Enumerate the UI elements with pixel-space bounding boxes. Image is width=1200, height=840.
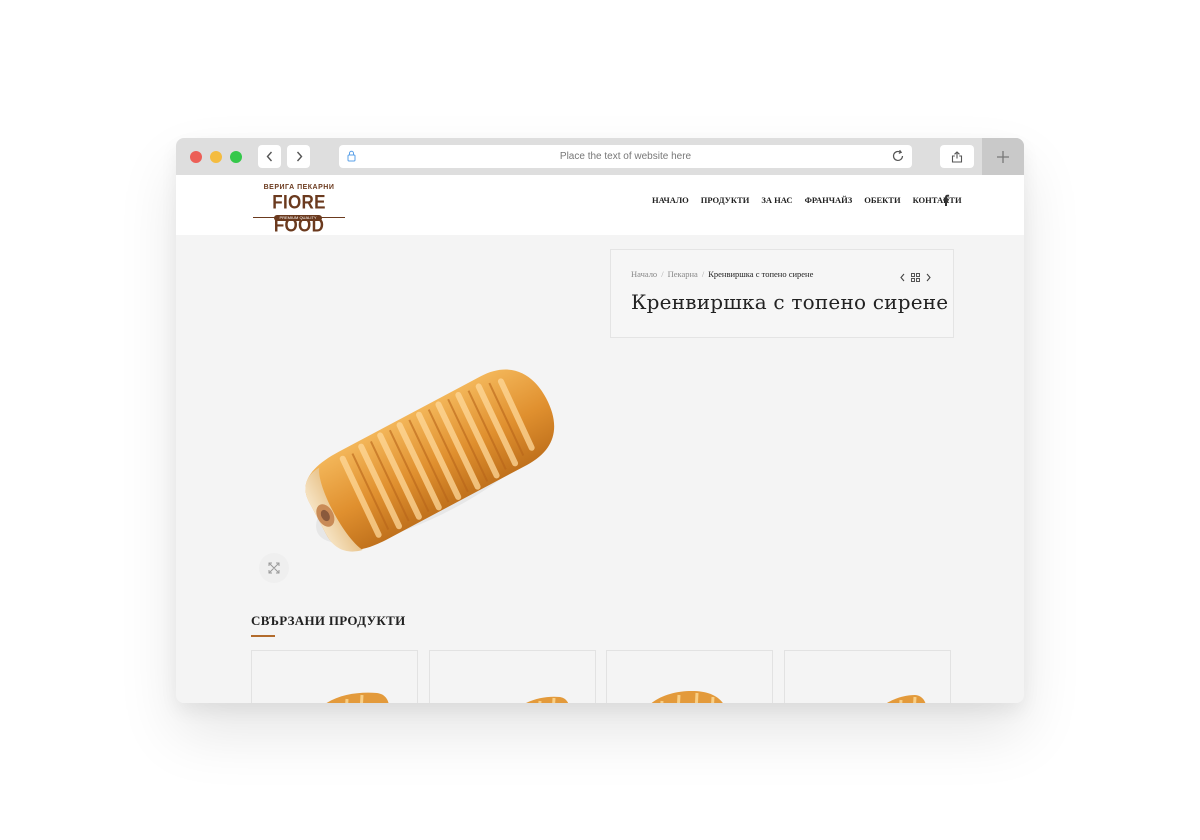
next-product-button[interactable] [925,269,932,287]
facebook-icon[interactable] [942,194,950,206]
forward-button[interactable] [287,145,310,168]
nav-item-products[interactable]: ПРОДУКТИ [701,193,750,207]
related-product-card[interactable] [251,650,418,703]
nav-item-franchise[interactable]: ФРАНЧАЙЗ [805,193,853,207]
nav-item-home[interactable]: НАЧАЛО [652,193,689,207]
main-navigation: НАЧАЛО ПРОДУКТИ ЗА НАС ФРАНЧАЙЗ ОБЕКТИ К… [652,193,974,207]
related-product-card[interactable] [784,650,951,703]
share-icon [951,151,963,163]
pastry-image [651,691,723,703]
related-products-heading: СВЪРЗАНИ ПРОДУКТИ [251,613,406,628]
browser-toolbar: Place the text of website here [176,138,1024,175]
share-button[interactable] [940,145,974,168]
browser-window: Place the text of website here ВЕРИГА ПЕ… [176,138,1024,703]
back-button[interactable] [258,145,281,168]
grid-icon [911,273,920,282]
web-page: ВЕРИГА ПЕКАРНИ FIORE FOOD PREMIUM QUALIT… [176,175,1024,703]
breadcrumb-separator: / [661,269,664,279]
site-header: ВЕРИГА ПЕКАРНИ FIORE FOOD PREMIUM QUALIT… [176,175,1024,236]
nav-item-contacts[interactable]: КОНТАКТИ [913,193,962,207]
nav-item-about[interactable]: ЗА НАС [761,193,792,207]
breadcrumb-home[interactable]: Начало [631,269,657,279]
pastry-image [326,692,389,703]
expand-icon [268,562,280,574]
chevron-right-icon [296,151,302,162]
logo-tagline: PREMIUM QUALITY [274,215,322,221]
breadcrumb: Начало / Пекарна / Кренвиршка с топено сирен… [631,269,813,279]
address-bar[interactable]: Place the text of website here [339,145,912,168]
product-title: Кренвиршка с топено сирене [631,290,949,314]
chevron-left-icon [900,273,905,282]
related-product-card[interactable] [606,650,773,703]
chevron-right-icon [926,273,931,282]
breadcrumb-category[interactable]: Пекарна [668,269,698,279]
plus-icon [997,151,1009,163]
breadcrumb-separator: / [701,269,705,279]
site-logo[interactable]: ВЕРИГА ПЕКАРНИ FIORE FOOD PREMIUM QUALIT… [251,184,347,236]
logo-top-line: ВЕРИГА ПЕКАРНИ [263,184,335,191]
minimize-window-button[interactable] [210,151,222,163]
product-navigation [899,269,932,287]
new-tab-button[interactable] [982,138,1024,175]
pastry-image [526,696,568,703]
all-products-button[interactable] [911,269,920,287]
related-product-card[interactable] [429,650,596,703]
logo-brand: FIORE FOOD [272,191,326,236]
nav-item-locations[interactable]: ОБЕКТИ [864,193,900,207]
zoom-button[interactable] [259,553,289,583]
close-window-button[interactable] [190,151,202,163]
breadcrumb-current: Кренвиршка с топено сирене [708,269,814,279]
pastry-image [887,695,926,703]
previous-product-button[interactable] [899,269,906,287]
reload-icon[interactable] [891,149,905,163]
heading-accent-line [251,635,275,637]
maximize-window-button[interactable] [230,151,242,163]
product-summary: Начало / Пекарна / Кренвиршка с топено сирен… [610,249,954,338]
product-image[interactable] [286,360,576,570]
address-bar-text: Place the text of website here [559,151,692,162]
chevron-left-icon [266,151,272,162]
